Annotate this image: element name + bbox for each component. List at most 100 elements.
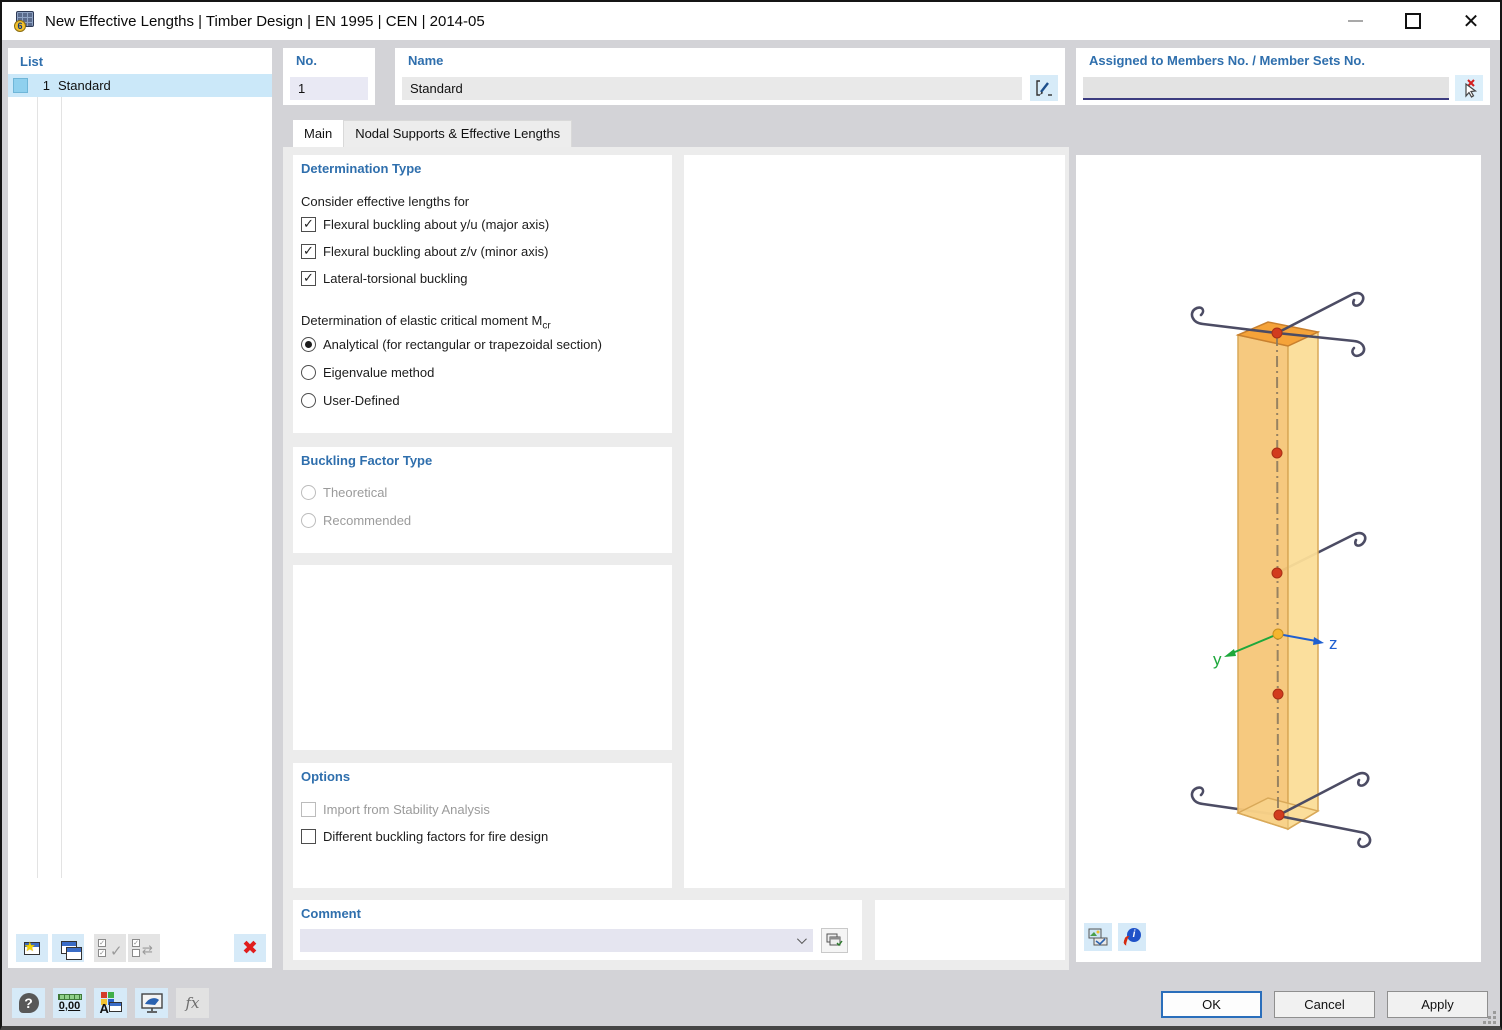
select-all-button[interactable]: ✓ ✓ ✓ <box>94 934 126 962</box>
preview-panel <box>684 155 1065 888</box>
maximize-icon <box>1405 13 1421 29</box>
close-icon: ✕ <box>1462 9 1480 33</box>
checkbox-disabled-icon <box>301 802 316 817</box>
app-icon: 6 <box>14 10 36 32</box>
delete-item-button[interactable]: ✖ <box>234 934 266 962</box>
monitor-icon <box>140 993 163 1013</box>
new-item-icon: ★ <box>24 939 40 955</box>
checkbox-checked-icon <box>301 217 316 232</box>
display-properties-button[interactable] <box>1084 923 1112 951</box>
display-settings-button[interactable] <box>135 988 168 1018</box>
radio-eigenvalue[interactable]: Eigenvalue method <box>301 365 434 380</box>
name-label: Name <box>408 53 444 68</box>
pick-cursor-icon <box>1465 79 1478 98</box>
options-header: Options <box>301 769 351 784</box>
elastic-moment-subscript: cr <box>542 320 551 332</box>
check-fire-design[interactable]: Different buckling factors for fire desi… <box>301 829 548 844</box>
consider-lengths-label: Consider effective lengths for <box>301 194 470 209</box>
copy-item-icon <box>58 939 82 960</box>
delete-icon: ✖ <box>242 936 258 959</box>
radio-icon <box>301 365 316 380</box>
cancel-button[interactable]: Cancel <box>1274 991 1375 1018</box>
ok-button[interactable]: OK <box>1161 991 1262 1018</box>
fx-icon: fx <box>185 994 200 1012</box>
name-panel: Name Standard <box>395 48 1065 105</box>
list-toolbar: ★ ✓ ✓ ✓ ✓ ⇄ ✖ <box>16 934 266 962</box>
edit-pencil-icon <box>1036 80 1052 96</box>
radio-user-defined[interactable]: User-Defined <box>301 393 400 408</box>
buckling-factor-group: Buckling Factor Type Theoretical Recomme… <box>293 447 672 553</box>
radio-analytical-label: Analytical (for rectangular or trapezoid… <box>323 337 602 352</box>
assigned-label: Assigned to Members No. / Member Sets No… <box>1089 53 1365 68</box>
maximize-button[interactable] <box>1384 2 1442 40</box>
checkbox-unchecked-icon <box>301 829 316 844</box>
minimize-button[interactable] <box>1326 2 1384 40</box>
copy-item-button[interactable] <box>52 934 84 962</box>
select-all-icon: ✓ ✓ ✓ <box>98 939 123 960</box>
check-flexural-yu[interactable]: Flexural buckling about y/u (major axis) <box>301 217 549 232</box>
invert-selection-icon: ✓ ⇄ <box>132 939 153 958</box>
font-colors-icon: A <box>100 992 122 1016</box>
options-group: Options Import from Stability Analysis D… <box>293 763 672 888</box>
radio-theoretical: Theoretical <box>301 485 387 500</box>
rename-button[interactable] <box>1030 75 1058 101</box>
member-3d-view: y z <box>1190 291 1372 849</box>
chevron-down-icon <box>796 934 807 945</box>
units-icon: 0,00 <box>57 994 82 1012</box>
invert-selection-button[interactable]: ✓ ⇄ <box>128 934 160 962</box>
title-bar: 6 New Effective Lengths | Timber Design … <box>2 2 1500 40</box>
radio-icon <box>301 393 316 408</box>
radio-user-defined-label: User-Defined <box>323 393 400 408</box>
units-settings-button[interactable]: 0,00 <box>53 988 86 1018</box>
new-item-button[interactable]: ★ <box>16 934 48 962</box>
display-colors-button[interactable]: A <box>94 988 127 1018</box>
determination-type-group: Determination Type Consider effective le… <box>293 155 672 433</box>
info-button[interactable]: i <box>1118 923 1146 951</box>
check-fire-design-label: Different buckling factors for fire desi… <box>323 829 549 844</box>
radio-theoretical-label: Theoretical <box>323 485 388 500</box>
resize-grip[interactable] <box>1482 1010 1496 1024</box>
secondary-comment-panel <box>875 900 1065 960</box>
apply-button[interactable]: Apply <box>1387 991 1488 1018</box>
no-field[interactable]: 1 <box>290 77 368 100</box>
help-icon: ? <box>18 993 39 1013</box>
close-button[interactable]: ✕ <box>1442 2 1500 40</box>
list-panel: List 1 Standard ★ ✓ ✓ ✓ ✓ ⇄ ✖ <box>8 48 272 968</box>
determination-type-header: Determination Type <box>301 161 422 176</box>
tab-main[interactable]: Main <box>293 120 344 147</box>
check-flexural-zv[interactable]: Flexural buckling about z/v (minor axis) <box>301 244 548 259</box>
assigned-panel: Assigned to Members No. / Member Sets No… <box>1076 48 1490 105</box>
radio-disabled-icon <box>301 513 316 528</box>
empty-group-panel <box>293 565 672 750</box>
radio-selected-icon <box>301 337 316 352</box>
assigned-members-field[interactable] <box>1083 77 1449 100</box>
comment-group: Comment <box>293 900 862 960</box>
list-item-color-swatch <box>13 78 28 93</box>
checkbox-checked-icon <box>301 271 316 286</box>
member-visualization-panel: y z i <box>1076 155 1481 962</box>
help-button[interactable]: ? <box>12 988 45 1018</box>
check-import-stability: Import from Stability Analysis <box>301 802 490 817</box>
list-column-separator <box>37 74 38 878</box>
info-icon: i <box>1122 928 1141 947</box>
tab-nodal-supports[interactable]: Nodal Supports & Effective Lengths <box>343 120 573 147</box>
tab-strip: Main Nodal Supports & Effective Lengths <box>293 120 573 147</box>
check-lateral-torsional-label: Lateral-torsional buckling <box>323 271 468 286</box>
select-members-button[interactable] <box>1455 75 1483 101</box>
list-item[interactable]: 1 Standard <box>8 74 272 97</box>
radio-recommended-label: Recommended <box>323 513 412 528</box>
render-settings-icon <box>1088 928 1108 945</box>
check-import-stability-label: Import from Stability Analysis <box>323 802 490 817</box>
comment-combobox[interactable] <box>300 929 813 952</box>
app-badge: 6 <box>14 20 26 32</box>
cascade-pages-icon <box>826 933 843 946</box>
formula-button[interactable]: fx <box>176 988 209 1018</box>
buckling-factor-header: Buckling Factor Type <box>301 453 433 468</box>
checkbox-checked-icon <box>301 244 316 259</box>
comment-apply-all-button[interactable] <box>821 928 848 953</box>
check-flexural-zv-label: Flexural buckling about z/v (minor axis) <box>323 244 549 259</box>
check-lateral-torsional[interactable]: Lateral-torsional buckling <box>301 271 468 286</box>
name-field[interactable]: Standard <box>402 77 1022 100</box>
radio-analytical[interactable]: Analytical (for rectangular or trapezoid… <box>301 337 602 352</box>
axis-y-label: y <box>1213 650 1222 669</box>
